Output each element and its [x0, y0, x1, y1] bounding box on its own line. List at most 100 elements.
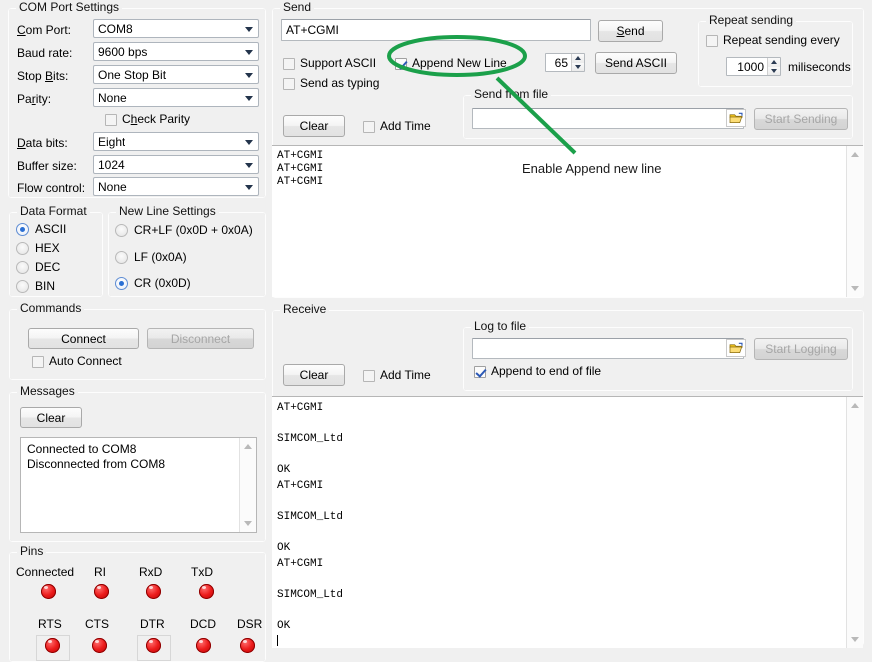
radio-label: BIN [35, 280, 55, 293]
radio-label: ASCII [35, 223, 66, 236]
start-logging-button[interactable]: Start Logging [754, 338, 848, 360]
annotation-text: Enable Append new line [522, 161, 662, 176]
send-command-input[interactable]: AT+CGMI [281, 19, 591, 41]
repeat-sending-checkbox[interactable]: Repeat sending every [706, 34, 840, 47]
baud-rate-select[interactable]: 9600 bps [93, 42, 259, 61]
start-sending-button[interactable]: Start Sending [754, 108, 848, 130]
receive-log-scrollbar[interactable] [846, 397, 863, 648]
pin-led-rxd [146, 584, 161, 599]
pin-label-txd: TxD [191, 565, 213, 579]
receive-clear-button[interactable]: Clear [283, 364, 345, 386]
spinner-down-icon[interactable] [768, 67, 780, 76]
spinner-down-icon[interactable] [572, 63, 584, 72]
radio-newline-lf[interactable]: LF (0x0A) [115, 251, 187, 264]
spinner-buttons[interactable] [767, 58, 780, 75]
pin-led-ri [94, 584, 109, 599]
send-add-time-label: Add Time [380, 120, 431, 133]
receive-log-content: AT+CGMI SIMCOM_Ltd OK AT+CGMI SIMCOM_Ltd… [277, 402, 343, 632]
messages-scrollbar[interactable] [239, 438, 256, 532]
check-parity-checkbox[interactable]: Check Parity [105, 113, 190, 126]
ascii-code-spinner[interactable]: 65 [545, 53, 585, 72]
log-file-path-input[interactable] [472, 338, 744, 359]
send-clear-button[interactable]: Clear [283, 115, 345, 137]
folder-open-icon [729, 342, 744, 355]
auto-connect-checkbox[interactable]: Auto Connect [32, 355, 122, 368]
log-to-file-group: Log to file Start Logging [463, 327, 853, 391]
flow-control-select[interactable]: None [93, 177, 259, 196]
receive-add-time-checkbox[interactable]: Add Time [363, 369, 431, 382]
radio-newline-cr[interactable]: CR (0x0D) [115, 277, 191, 290]
repeat-interval-spinner[interactable]: 1000 [726, 57, 781, 76]
disconnect-button[interactable]: Disconnect [147, 328, 254, 349]
send-ascii-button[interactable]: Send ASCII [595, 52, 677, 74]
append-new-line-checkbox[interactable]: Append New Line [395, 57, 507, 70]
checkbox-box [363, 121, 375, 133]
scroll-down-icon[interactable] [847, 631, 864, 648]
append-new-line-label: Append New Line [412, 57, 507, 70]
append-end-of-file-checkbox[interactable]: Append to end of file [474, 365, 601, 378]
chevron-down-icon [245, 73, 253, 78]
repeat-sending-label: Repeat sending every [723, 34, 840, 47]
radio-data-format-dec[interactable]: DEC [16, 261, 60, 274]
chevron-down-icon [245, 27, 253, 32]
spinner-up-icon[interactable] [572, 54, 584, 63]
support-ascii-checkbox[interactable]: Support ASCII [283, 57, 376, 70]
checkbox-box [363, 370, 375, 382]
radio-label: LF (0x0A) [134, 251, 187, 264]
label-flow-control: Flow control: [17, 181, 85, 195]
connect-button[interactable]: Connect [28, 328, 139, 349]
data-bits-select[interactable]: Eight [93, 132, 259, 151]
receive-log[interactable]: AT+CGMI SIMCOM_Ltd OK AT+CGMI SIMCOM_Ltd… [272, 396, 863, 648]
send-as-typing-checkbox[interactable]: Send as typing [283, 77, 379, 90]
radio-data-format-ascii[interactable]: ASCII [16, 223, 66, 236]
scroll-up-icon[interactable] [847, 146, 864, 163]
send-from-file-group: Send from file Start Sending [463, 95, 853, 139]
send-file-path-input[interactable] [472, 108, 744, 129]
receive-group: Receive Clear Add Time Log to file [272, 310, 864, 646]
stop-bits-select[interactable]: One Stop Bit [93, 65, 259, 84]
pin-led-connected [41, 584, 56, 599]
messages-log[interactable]: Connected to COM8 Disconnected from COM8 [20, 437, 257, 533]
scroll-up-icon[interactable] [240, 438, 257, 455]
messages-log-text: Connected to COM8 Disconnected from COM8 [27, 442, 236, 472]
checkbox-box [105, 114, 117, 126]
data-format-group: Data Format ASCII HEX DEC BIN [9, 212, 103, 297]
checkbox-box [474, 366, 486, 378]
send-file-browse-button[interactable] [726, 109, 746, 127]
repeat-interval-value: 1000 [727, 60, 767, 74]
parity-select[interactable]: None [93, 88, 259, 107]
pin-label-ri: RI [94, 565, 106, 579]
radio-dot [115, 277, 128, 290]
radio-label: CR+LF (0x0D + 0x0A) [134, 224, 253, 237]
text-caret [277, 635, 278, 646]
send-add-time-checkbox[interactable]: Add Time [363, 120, 431, 133]
send-log-scrollbar[interactable] [846, 146, 863, 297]
scroll-down-icon[interactable] [847, 280, 864, 297]
checkbox-box [32, 356, 44, 368]
radio-dot [115, 224, 128, 237]
buffer-size-select[interactable]: 1024 [93, 155, 259, 174]
support-ascii-label: Support ASCII [300, 57, 376, 70]
folder-open-icon [729, 112, 744, 125]
scroll-down-icon[interactable] [240, 515, 257, 532]
pin-label-dtr: DTR [140, 617, 165, 631]
send-group: Send AT+CGMI Send Support ASCII Append N… [272, 8, 864, 298]
radio-data-format-hex[interactable]: HEX [16, 242, 60, 255]
messages-clear-button[interactable]: Clear [20, 407, 82, 428]
pin-label-cts: CTS [85, 617, 109, 631]
label-com-port: Com Port: [17, 23, 71, 37]
radio-newline-crlf[interactable]: CR+LF (0x0D + 0x0A) [115, 224, 253, 237]
spinner-up-icon[interactable] [768, 58, 780, 67]
label-stop-bits: Stop Bits: [17, 69, 68, 83]
ascii-code-value: 65 [546, 56, 571, 70]
label-baud-rate: Baud rate: [17, 46, 72, 60]
chevron-down-icon [245, 185, 253, 190]
spinner-buttons[interactable] [571, 54, 584, 71]
scroll-up-icon[interactable] [847, 397, 864, 414]
log-file-browse-button[interactable] [726, 339, 746, 357]
com-port-select[interactable]: COM8 [93, 19, 259, 38]
pin-label-rxd: RxD [139, 565, 162, 579]
checkbox-box [283, 58, 295, 70]
send-button[interactable]: Send [598, 20, 663, 42]
radio-data-format-bin[interactable]: BIN [16, 280, 55, 293]
